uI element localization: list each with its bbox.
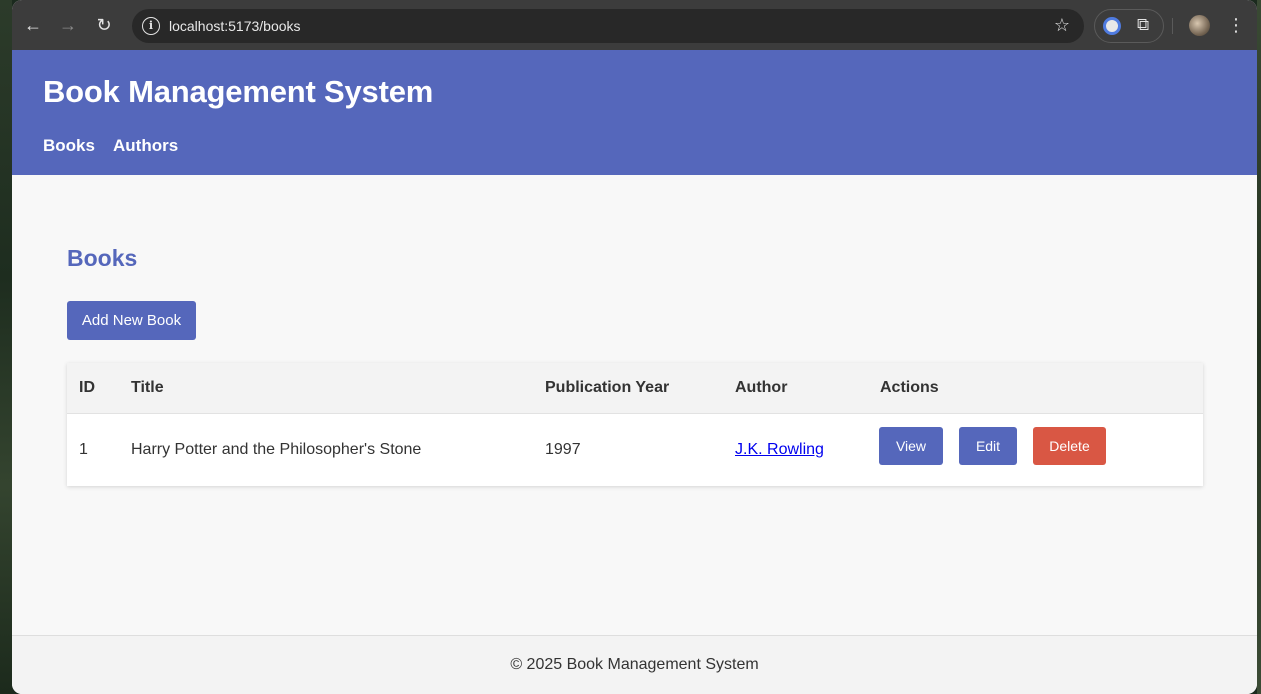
column-header-author: Author (735, 379, 788, 396)
page-footer: © 2025 Book Management System (12, 635, 1257, 694)
cell-id: 1 (79, 441, 88, 458)
extensions-group: ⧉ (1094, 9, 1164, 43)
desktop-background-left (0, 0, 12, 694)
books-table: ID Title Publication Year Author Actions… (67, 363, 1203, 486)
desktop-background-right (1257, 0, 1261, 694)
forward-icon[interactable]: → (57, 14, 79, 36)
app-header: Book Management System Books Authors (12, 50, 1257, 175)
app-title: Book Management System (43, 74, 434, 109)
footer-copyright: © 2025 Book Management System (510, 656, 759, 673)
browser-toolbar: ← → ↻ i localhost:5173/books ☆ ⧉ ⋮ (12, 0, 1257, 50)
address-url[interactable]: localhost:5173/books (169, 18, 301, 34)
profile-avatar[interactable] (1189, 15, 1210, 36)
browser-menu-icon[interactable]: ⋮ (1227, 13, 1245, 37)
extension-icon[interactable] (1103, 17, 1121, 35)
column-header-actions: Actions (880, 379, 939, 396)
address-bar[interactable]: i localhost:5173/books ☆ (132, 9, 1084, 43)
delete-button[interactable]: Delete (1033, 427, 1106, 465)
column-header-publication-year: Publication Year (545, 379, 670, 396)
table-header: ID Title Publication Year Author Actions (67, 363, 1203, 414)
toolbar-divider (1172, 18, 1173, 34)
column-header-title: Title (131, 379, 164, 396)
reload-icon[interactable]: ↻ (93, 14, 115, 36)
page-title: Books (67, 245, 138, 271)
add-new-book-button[interactable]: Add New Book (67, 301, 196, 340)
nav-link-books[interactable]: Books (43, 136, 95, 156)
bookmark-star-icon[interactable]: ☆ (1054, 15, 1070, 36)
cell-title: Harry Potter and the Philosopher's Stone (131, 441, 422, 458)
cell-publication-year: 1997 (545, 441, 581, 458)
author-link[interactable]: J.K. Rowling (735, 441, 824, 459)
extensions-puzzle-icon[interactable]: ⧉ (1137, 15, 1149, 35)
nav-link-authors[interactable]: Authors (113, 136, 178, 156)
column-header-id: ID (79, 379, 95, 396)
view-button[interactable]: View (879, 427, 943, 465)
site-info-icon[interactable]: i (142, 17, 160, 35)
edit-button[interactable]: Edit (959, 427, 1017, 465)
browser-window: ← → ↻ i localhost:5173/books ☆ ⧉ ⋮ Book … (12, 0, 1257, 694)
back-icon[interactable]: ← (22, 14, 44, 36)
